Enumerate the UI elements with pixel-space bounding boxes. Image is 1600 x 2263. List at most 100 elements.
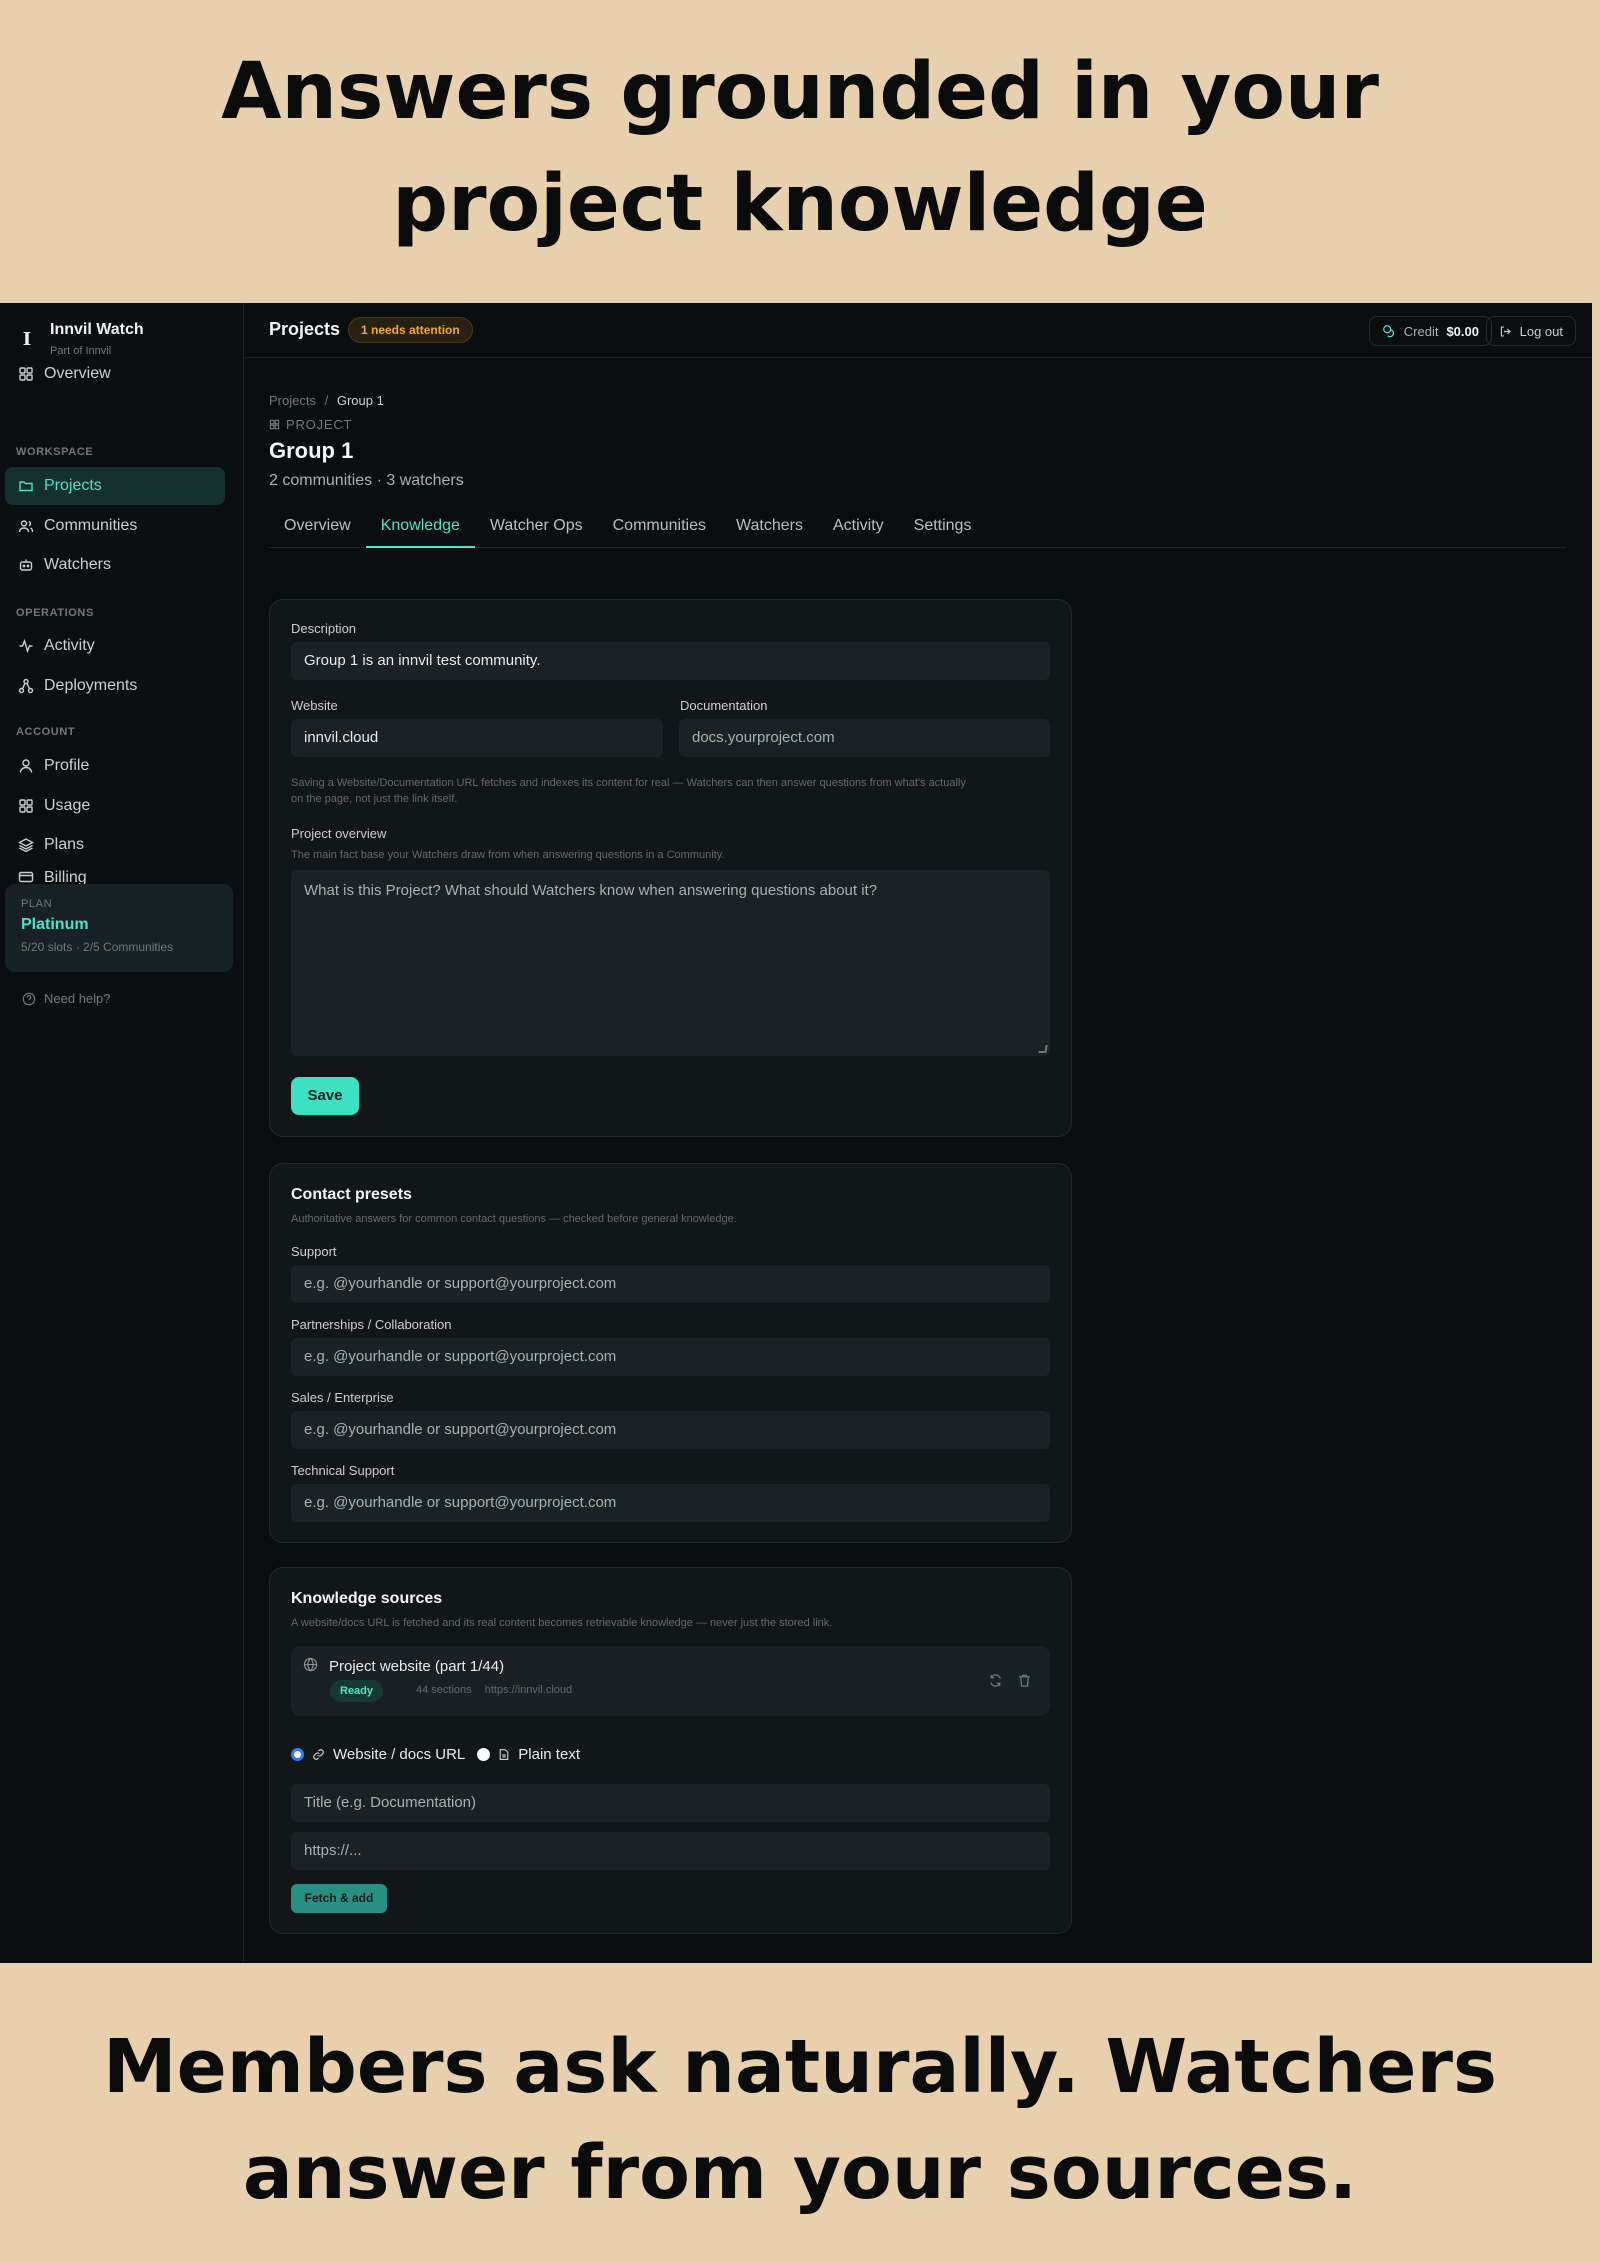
sidebar-item-label: Profile — [44, 757, 90, 774]
fetch-hint-line-1: Saving a Website/Documentation URL fetch… — [291, 777, 966, 789]
sidebar-item-communities[interactable]: Communities — [5, 507, 225, 545]
headline-bottom: Members ask naturally. Watchers answer f… — [0, 2014, 1600, 2226]
sidebar-item-deployments[interactable]: Deployments — [5, 667, 225, 705]
project-label-text: PROJECT — [286, 417, 353, 432]
project-overview-textarea[interactable]: What is this Project? What should Watche… — [291, 870, 1050, 1056]
overview-placeholder: What is this Project? What should Watche… — [304, 882, 878, 899]
need-help-label: Need help? — [44, 991, 111, 1006]
nav-section-account: ACCOUNT — [16, 726, 76, 738]
credit-value: $0.00 — [1446, 323, 1479, 339]
resize-handle-icon[interactable] — [1038, 1045, 1048, 1053]
sidebar-item-activity[interactable]: Activity — [5, 627, 225, 665]
website-field[interactable]: innvil.cloud — [291, 719, 663, 757]
breadcrumb-root[interactable]: Projects — [269, 393, 316, 408]
website-label: Website — [291, 698, 338, 713]
support-field[interactable]: e.g. @yourhandle or support@yourproject.… — [291, 1265, 1050, 1303]
knowledge-sources-card: Knowledge sources A website/docs URL is … — [269, 1567, 1072, 1934]
status-badge: Ready — [330, 1680, 384, 1702]
plan-label: PLAN — [21, 898, 53, 910]
sidebar-item-billing[interactable]: Billing — [5, 866, 225, 884]
logout-button[interactable]: Log out — [1485, 316, 1576, 346]
brand[interactable]: I Innvil Watch Part of Innvil — [16, 319, 144, 357]
tab-settings[interactable]: Settings — [899, 508, 987, 548]
contact-presets-title: Contact presets — [291, 1186, 412, 1203]
source-url: https://innvil.cloud — [484, 1684, 573, 1696]
partnerships-field[interactable]: e.g. @yourhandle or support@yourproject.… — [291, 1338, 1050, 1376]
knowledge-sources-hint: A website/docs URL is fetched and its re… — [291, 1617, 833, 1629]
sidebar-item-profile[interactable]: Profile — [5, 747, 225, 785]
sidebar-item-usage[interactable]: Usage — [5, 787, 225, 825]
credit-display[interactable]: Credit $0.00 — [1368, 316, 1492, 346]
sidebar-item-label: Overview — [44, 365, 111, 382]
tab-watcher-ops[interactable]: Watcher Ops — [475, 508, 598, 548]
grid-icon — [19, 367, 33, 381]
logout-icon — [1500, 325, 1511, 337]
sidebar-item-label: Activity — [44, 637, 95, 654]
sidebar-item-watchers[interactable]: Watchers — [5, 546, 225, 584]
logout-label: Log out — [1519, 323, 1563, 339]
source-meta: 44 sections https://innvil.cloud — [416, 1684, 582, 1696]
plan-meta: 5/20 slots · 2/5 Communities — [21, 940, 174, 954]
sidebar-item-label: Communities — [44, 517, 138, 534]
breadcrumb-current: Group 1 — [336, 393, 384, 408]
plan-card[interactable]: PLAN Platinum 5/20 slots · 2/5 Communiti… — [5, 884, 233, 972]
headline-top: Answers grounded in your project knowled… — [0, 36, 1600, 260]
attention-badge[interactable]: 1 needs attention — [348, 317, 473, 343]
project-meta: 2 communities · 3 watchers — [269, 472, 464, 489]
nav-section-operations: OPERATIONS — [16, 607, 94, 619]
sidebar-item-projects[interactable]: Projects — [5, 467, 225, 505]
save-button[interactable]: Save — [291, 1077, 359, 1115]
sidebar-item-label: Usage — [44, 797, 91, 814]
activity-icon — [19, 638, 33, 654]
link-icon — [313, 1749, 324, 1760]
top-bar: Projects 1 needs attention Credit $0.00 … — [245, 303, 1592, 358]
contact-presets-card: Contact presets Authoritative answers fo… — [269, 1163, 1072, 1543]
grid-icon — [19, 799, 33, 813]
support-label: Support — [291, 1244, 337, 1259]
file-text-icon — [499, 1749, 509, 1760]
nav-section-workspace: WORKSPACE — [16, 446, 94, 458]
layers-icon — [18, 838, 34, 853]
tab-knowledge[interactable]: Knowledge — [365, 508, 475, 548]
technical-support-label: Technical Support — [291, 1463, 395, 1478]
overview-label: Project overview — [291, 826, 387, 841]
source-item[interactable]: Project website (part 1/44) Ready 44 sec… — [291, 1646, 1050, 1716]
refresh-icon[interactable] — [988, 1673, 1003, 1688]
description-label: Description — [291, 621, 357, 636]
grid-icon — [269, 419, 280, 430]
project-label: PROJECT — [269, 417, 352, 432]
fetch-add-button[interactable]: Fetch & add — [291, 1884, 387, 1913]
fetch-hint: Saving a Website/Documentation URL fetch… — [291, 775, 1061, 807]
tab-communities[interactable]: Communities — [598, 508, 721, 548]
knowledge-sources-title: Knowledge sources — [291, 1590, 443, 1607]
tab-overview[interactable]: Overview — [269, 508, 366, 548]
documentation-field[interactable]: docs.yourproject.com — [679, 719, 1050, 757]
sidebar-item-label: Billing — [44, 869, 87, 884]
breadcrumb-separator: / — [324, 393, 329, 408]
tab-watchers[interactable]: Watchers — [721, 508, 818, 548]
user-icon — [19, 759, 33, 773]
sidebar-item-overview[interactable]: Overview — [5, 355, 225, 393]
coins-icon — [1382, 325, 1394, 338]
headline-top-text: Answers grounded in your project knowled… — [221, 47, 1379, 249]
description-field[interactable]: Group 1 is an innvil test community. — [291, 642, 1050, 680]
sidebar-item-plans[interactable]: Plans — [5, 826, 225, 864]
fetch-hint-line-2: on the page, not just the link itself. — [291, 793, 458, 805]
sales-field[interactable]: e.g. @yourhandle or support@yourproject.… — [291, 1411, 1050, 1449]
source-title-input[interactable]: Title (e.g. Documentation) — [291, 1784, 1050, 1822]
trash-icon[interactable] — [1017, 1673, 1032, 1688]
contact-presets-hint: Authoritative answers for common contact… — [291, 1213, 737, 1225]
source-title: Project website (part 1/44) — [329, 1658, 505, 1675]
need-help-link[interactable]: Need help? — [22, 991, 111, 1006]
breadcrumb: Projects / Group 1 — [269, 393, 384, 408]
radio-website-url[interactable] — [291, 1748, 304, 1761]
radio-plain-text[interactable] — [477, 1748, 491, 1761]
technical-support-field[interactable]: e.g. @yourhandle or support@yourproject.… — [291, 1484, 1050, 1522]
globe-icon — [303, 1657, 318, 1672]
tab-activity[interactable]: Activity — [818, 508, 899, 548]
credit-label: Credit — [1403, 323, 1439, 339]
sidebar-item-label: Plans — [44, 836, 85, 853]
radio-plain-text-label: Plain text — [518, 1746, 580, 1763]
source-url-input[interactable]: https://... — [291, 1832, 1050, 1870]
network-icon — [18, 678, 34, 694]
